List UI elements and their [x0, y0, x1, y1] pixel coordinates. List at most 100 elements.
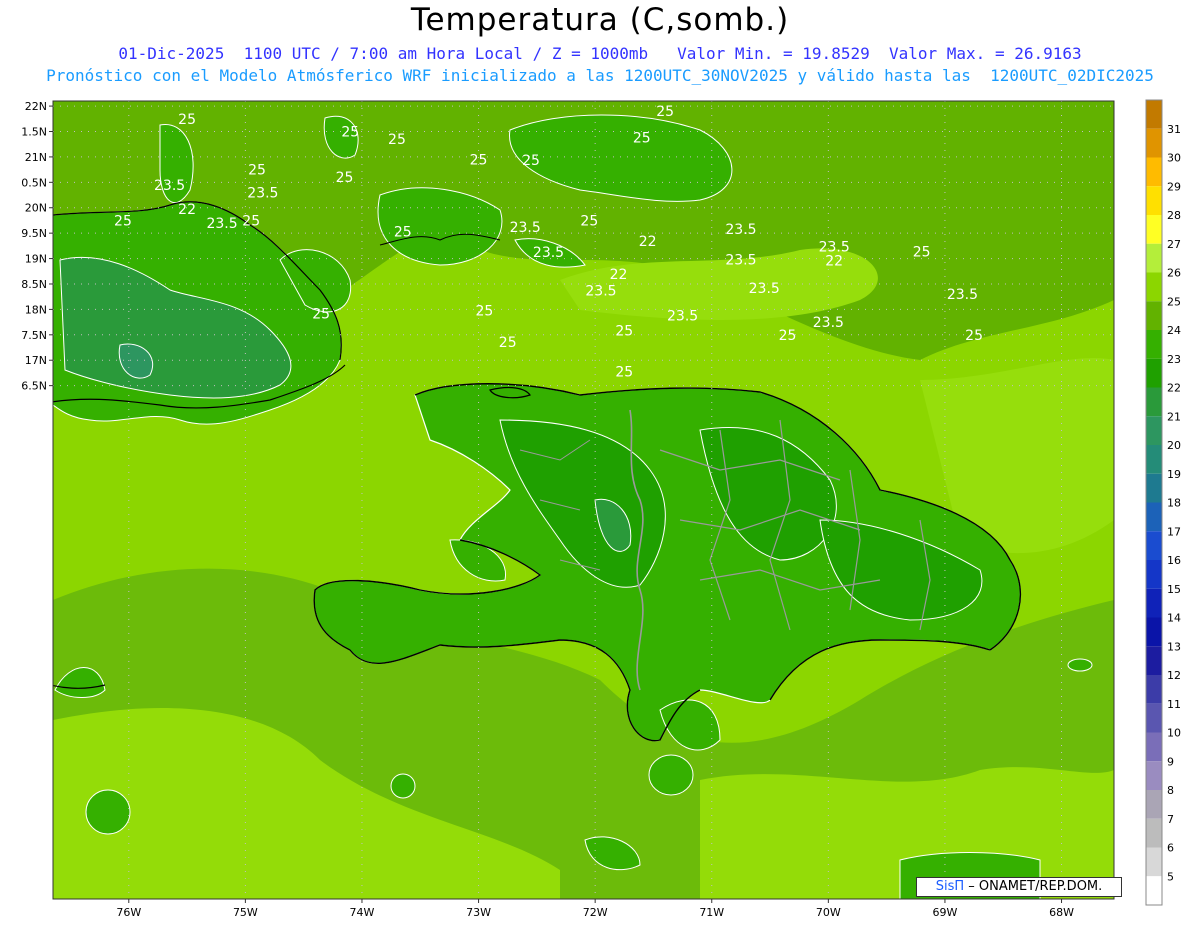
colorbar: 31 30 29 28 27 26 25 24 23 22 21 20 19 18 17 16 15 14 13 12… — [1145, 99, 1181, 906]
lon-tick-label: 72W — [583, 906, 608, 919]
colorbar-swatch — [1146, 588, 1162, 618]
colorbar-label: 9 — [1167, 755, 1174, 768]
colorbar-swatch — [1146, 387, 1162, 417]
colorbar-label: 16 — [1167, 554, 1181, 567]
colorbar-label: 10 — [1167, 727, 1181, 740]
colorbar-label: 5 — [1167, 870, 1174, 883]
watermark-brand: SisΠ — [935, 879, 965, 894]
colorbar-swatch — [1146, 445, 1162, 474]
contour-label: 25 — [656, 104, 674, 120]
colorbar-swatch — [1146, 272, 1162, 302]
contour-label: 25 — [388, 132, 406, 148]
contour-label: 22 — [825, 254, 843, 270]
lat-tick-label: 9.5N — [21, 227, 47, 240]
colorbar-label: 25 — [1167, 295, 1181, 308]
colorbar-label: 28 — [1167, 209, 1181, 222]
colorbar-label: 8 — [1167, 784, 1174, 797]
colorbar-label: 7 — [1167, 813, 1174, 826]
colorbar-label: 13 — [1167, 640, 1181, 653]
contour-label: 22 — [610, 267, 628, 283]
contour-label: 23.5 — [813, 315, 844, 331]
contour-label: 23.5 — [749, 281, 780, 297]
contour-label: 25 — [336, 170, 354, 186]
contour-label: 23.5 — [154, 178, 185, 194]
contour-label: 25 — [965, 328, 983, 344]
colorbar-label: 12 — [1167, 669, 1181, 682]
contour-label: 25 — [248, 163, 266, 179]
contour-label: 25 — [114, 213, 132, 229]
mona-islet — [1067, 658, 1093, 672]
colorbar-swatch — [1146, 847, 1162, 877]
colorbar-label: 14 — [1167, 612, 1181, 625]
colorbar-swatch — [1146, 358, 1162, 388]
lat-tick-label: 6.5N — [21, 380, 47, 393]
colorbar-swatch — [1146, 703, 1162, 733]
contour-label: 23.5 — [585, 284, 616, 300]
contour-label: 25 — [633, 131, 651, 147]
colorbar-swatch — [1146, 128, 1162, 158]
colorbar-swatch — [1146, 301, 1162, 330]
colorbar-swatch — [1146, 732, 1162, 762]
lat-tick-label: 20N — [25, 202, 47, 215]
colorbar-swatch — [1146, 186, 1162, 215]
lat-tick-label: 0.5N — [21, 176, 47, 189]
colorbar-label: 19 — [1167, 468, 1181, 481]
contour-label: 23.5 — [533, 245, 564, 261]
contour-label: 23.5 — [947, 287, 978, 303]
colorbar-swatch — [1146, 416, 1162, 445]
colorbar-label: 20 — [1167, 439, 1181, 452]
contour-label: 25 — [522, 153, 540, 169]
lat-tick-label: 17N — [25, 354, 47, 367]
colorbar-swatch — [1146, 790, 1162, 819]
colorbar-label: 6 — [1167, 842, 1174, 855]
contour-label: 25 — [242, 213, 260, 229]
colorbar-label: 29 — [1167, 180, 1181, 193]
lat-tick-label: 19N — [25, 253, 47, 266]
lon-tick-label: 70W — [816, 906, 841, 919]
temperature-map: 25252525 2525 2525 2523.5 23.52225 23.5 25 2523… — [21, 99, 1181, 919]
contour-label: 23.5 — [247, 185, 278, 201]
lon-tick-label: 75W — [233, 906, 258, 919]
contour-label: 25 — [178, 112, 196, 128]
contour-label: 23.5 — [667, 308, 698, 324]
colorbar-label: 30 — [1167, 152, 1181, 165]
contour-label: 25 — [394, 225, 412, 241]
lon-tick-label: 69W — [933, 906, 958, 919]
colorbar-swatch — [1146, 330, 1162, 359]
contour-label: 23.5 — [206, 216, 237, 232]
contour-label: 25 — [475, 303, 493, 319]
colorbar-label: 26 — [1167, 267, 1181, 280]
contour-label: 23.5 — [725, 253, 756, 269]
contour-label: 25 — [615, 324, 633, 340]
onamet-watermark: SisΠ – ONAMET/REP.DOM. — [916, 877, 1122, 897]
contour-label: 25 — [499, 335, 517, 351]
colorbar-label: 18 — [1167, 497, 1181, 510]
colorbar-label: 24 — [1167, 324, 1181, 337]
contour-label: 23.5 — [510, 220, 541, 236]
contour-label: 23.5 — [725, 222, 756, 238]
beata-islet — [648, 754, 694, 796]
lon-tick-label: 73W — [466, 906, 491, 919]
colorbar-swatch — [1146, 818, 1162, 848]
colorbar-label: 23 — [1167, 353, 1181, 366]
colorbar-swatch — [1146, 560, 1162, 589]
lat-tick-label: 7.5N — [21, 329, 47, 342]
colorbar-swatch — [1146, 100, 1162, 129]
colorbar-swatch — [1146, 215, 1162, 244]
southwest-islet — [85, 789, 131, 835]
colorbar-label: 11 — [1167, 698, 1181, 711]
colorbar-swatch — [1146, 473, 1162, 503]
lon-tick-label: 68W — [1049, 906, 1074, 919]
contour-label: 25 — [312, 306, 330, 322]
colorbar-swatch — [1146, 876, 1162, 905]
lon-tick-label: 71W — [699, 906, 724, 919]
contour-label: 25 — [470, 152, 488, 168]
watermark-text: – ONAMET/REP.DOM. — [964, 879, 1103, 894]
colorbar-label: 15 — [1167, 583, 1181, 596]
map-field: 25252525 2525 2525 2523.5 23.52225 23.5 25 2523… — [53, 101, 1114, 899]
colorbar-swatch — [1146, 761, 1162, 790]
colorbar-label: 27 — [1167, 238, 1181, 251]
colorbar-swatch — [1146, 675, 1162, 704]
colorbar-swatch — [1146, 157, 1162, 187]
colorbar-swatch — [1146, 646, 1162, 675]
